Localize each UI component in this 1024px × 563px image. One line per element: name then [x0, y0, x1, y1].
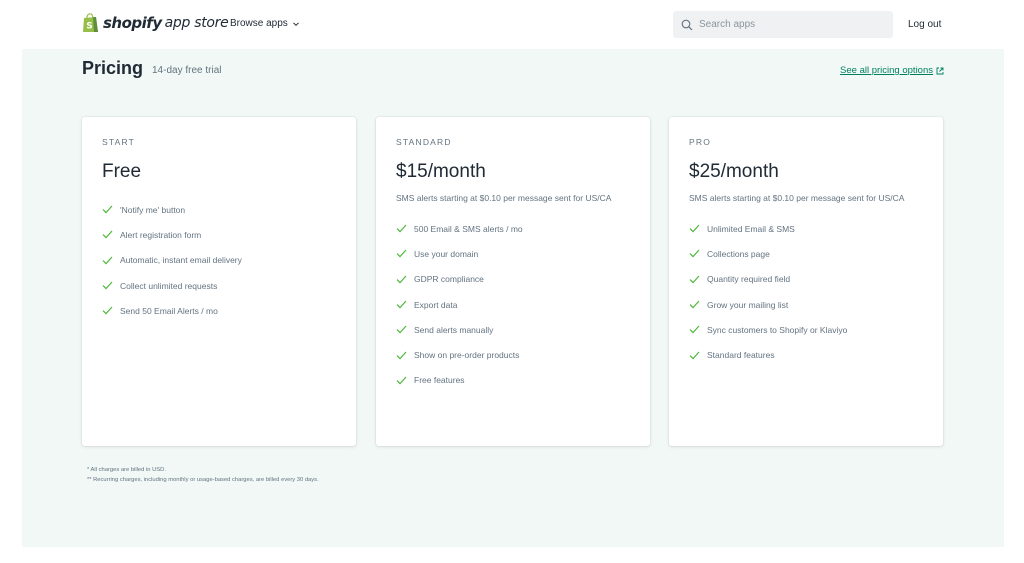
feature-text: Automatic, instant email delivery	[120, 255, 242, 266]
chevron-down-icon	[292, 21, 299, 26]
plan-price: Free	[102, 161, 142, 182]
feature-item: Collect unlimited requests	[102, 273, 336, 298]
feature-text: Alert registration form	[120, 229, 202, 240]
feature-item: GDPR compliance	[396, 267, 630, 292]
checkmark-icon	[689, 325, 700, 334]
checkmark-icon	[396, 300, 407, 309]
checkmark-icon	[396, 224, 407, 233]
checkmark-icon	[396, 351, 407, 360]
feature-item: Unlimited Email & SMS	[689, 216, 923, 241]
feature-text: 500 Email & SMS alerts / mo	[414, 223, 523, 234]
checkmark-icon	[102, 205, 113, 214]
checkmark-icon	[102, 231, 113, 239]
plan-description: SMS alerts starting at $0.10 per message…	[396, 193, 612, 203]
checkmark-icon	[689, 351, 700, 360]
checkmark-icon	[396, 325, 407, 334]
checkmark-icon	[689, 275, 700, 284]
checkmark-icon	[396, 275, 407, 284]
checkmark-icon	[102, 256, 113, 265]
plan-card-pro: PRO $25/month SMS alerts starting at $0.…	[669, 117, 943, 446]
pricing-title: Pricing	[82, 58, 144, 78]
plan-price: $15/month	[396, 161, 486, 182]
feature-item: Export data	[396, 292, 630, 317]
shopify-app-store-logo[interactable]: S shopify app store	[82, 12, 229, 34]
external-link-icon	[936, 67, 944, 74]
logo-suffix-text: app store	[164, 15, 229, 31]
feature-text: Use your domain	[414, 248, 479, 259]
feature-text: Standard features	[707, 350, 775, 361]
checkmark-icon	[689, 250, 700, 258]
browse-apps-menu[interactable]: Browse apps	[230, 18, 300, 29]
feature-text: Sync customers to Shopify or Klaviyo	[707, 324, 848, 335]
feature-item: Standard features	[689, 342, 923, 367]
see-all-pricing-link[interactable]: See all pricing options	[840, 65, 944, 76]
footnote-recurring: ** Recurring charges, including monthly …	[87, 477, 319, 483]
feature-list: 'Notify me' button Alert registration fo…	[102, 197, 336, 323]
feature-text: Grow your mailing list	[707, 299, 789, 310]
search-input[interactable]	[699, 19, 889, 30]
shopify-bag-icon: S	[83, 13, 98, 32]
feature-text: Collections page	[707, 248, 770, 259]
checkmark-icon	[102, 306, 113, 315]
checkmark-icon	[689, 300, 700, 309]
feature-item: Free features	[396, 368, 630, 393]
feature-text: Send alerts manually	[414, 324, 494, 335]
feature-item: Alert registration form	[102, 222, 336, 247]
feature-item: Grow your mailing list	[689, 292, 923, 317]
checkmark-icon	[689, 224, 700, 233]
plan-description: SMS alerts starting at $0.10 per message…	[689, 193, 905, 203]
feature-text: Free features	[414, 375, 465, 386]
browse-apps-label: Browse apps	[230, 18, 288, 29]
feature-item: Use your domain	[396, 241, 630, 266]
feature-text: Send 50 Email Alerts / mo	[120, 305, 218, 316]
feature-list: Unlimited Email & SMS Collections page Q…	[689, 216, 923, 368]
feature-text: GDPR compliance	[414, 274, 484, 285]
feature-item: Send alerts manually	[396, 317, 630, 342]
footnote-usd: * All charges are billed in USD.	[87, 467, 166, 473]
billing-footnotes: * All charges are billed in USD. ** Recu…	[87, 465, 319, 485]
checkmark-icon	[396, 376, 407, 385]
free-trial-label: 14-day free trial	[152, 65, 222, 76]
plan-card-start: START Free 'Notify me' button Alert regi…	[82, 117, 356, 446]
pricing-section: Pricing 14-day free trial See all pricin…	[22, 49, 1004, 547]
plan-price: $25/month	[689, 161, 779, 182]
checkmark-icon	[102, 281, 113, 290]
feature-text: Quantity required field	[707, 274, 791, 285]
feature-text: Unlimited Email & SMS	[707, 223, 795, 234]
feature-text: Export data	[414, 299, 458, 310]
logo-brand-text: shopify	[103, 14, 162, 32]
feature-item: Show on pre-order products	[396, 342, 630, 367]
feature-item: Automatic, instant email delivery	[102, 248, 336, 273]
log-out-link[interactable]: Log out	[908, 19, 941, 30]
svg-text:S: S	[86, 22, 92, 32]
plan-tier: PRO	[689, 137, 712, 147]
plan-card-standard: STANDARD $15/month SMS alerts starting a…	[376, 117, 650, 446]
feature-item: 'Notify me' button	[102, 197, 336, 222]
search-icon	[681, 19, 693, 30]
feature-text: Collect unlimited requests	[120, 280, 218, 291]
feature-text: Show on pre-order products	[414, 350, 520, 361]
feature-list: 500 Email & SMS alerts / mo Use your dom…	[396, 216, 630, 393]
top-bar: S shopify app store Browse apps Log out	[0, 0, 1024, 49]
feature-item: Collections page	[689, 241, 923, 266]
plan-tier: START	[102, 137, 136, 147]
checkmark-icon	[396, 250, 407, 258]
feature-text: 'Notify me' button	[120, 204, 186, 215]
plan-tier: STANDARD	[396, 137, 452, 147]
search-box[interactable]	[673, 11, 893, 38]
feature-item: Send 50 Email Alerts / mo	[102, 298, 336, 323]
see-all-pricing-label: See all pricing options	[840, 65, 933, 76]
feature-item: Sync customers to Shopify or Klaviyo	[689, 317, 923, 342]
feature-item: Quantity required field	[689, 267, 923, 292]
feature-item: 500 Email & SMS alerts / mo	[396, 216, 630, 241]
